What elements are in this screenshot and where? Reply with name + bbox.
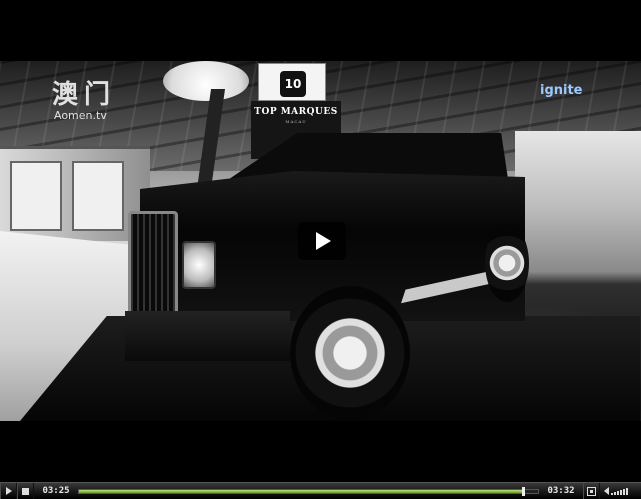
scene-panel [72,161,124,231]
seek-bar-fill [79,489,523,493]
stop-button[interactable] [17,482,34,499]
seek-bar[interactable] [78,486,539,496]
elapsed-time: 03:25 [42,486,70,496]
play-button[interactable] [0,482,17,499]
watermark-chinese: 澳门 [52,80,117,110]
play-icon [5,487,12,495]
control-bar: 03:25 03:32 [0,482,641,499]
sign-badge: 10 [280,71,306,97]
volume-button[interactable] [600,487,628,495]
sign-title: TOP MARQUES [254,107,338,117]
fullscreen-button[interactable] [583,482,600,499]
seek-bar-handle[interactable] [521,486,525,496]
video-frame[interactable]: 10 TOP MARQUES MACAU 澳门 Aomen.tv ignite [0,61,641,421]
channel-watermark: 澳门 Aomen.tv [52,81,116,122]
truck-headlight [182,241,216,289]
truck-bumper [125,311,290,361]
sign-subtitle: MACAU [285,119,307,124]
corner-logo: ignite [540,83,583,98]
center-play-button[interactable] [298,222,346,260]
play-icon [316,232,331,250]
truck-wheel-front [290,286,410,420]
scene-booth-right [515,131,641,271]
watermark-latin: Aomen.tv [54,109,107,122]
scene-panel [10,161,62,231]
duration-time: 03:32 [547,486,575,496]
volume-level-icon [611,487,628,495]
video-player: 10 TOP MARQUES MACAU 澳门 Aomen.tv ignite … [0,0,641,499]
fullscreen-icon [587,486,596,496]
truck-wheel-rear [485,224,529,302]
volume-icon [604,487,609,495]
scene-lamp [163,61,249,101]
stop-icon [22,487,29,495]
